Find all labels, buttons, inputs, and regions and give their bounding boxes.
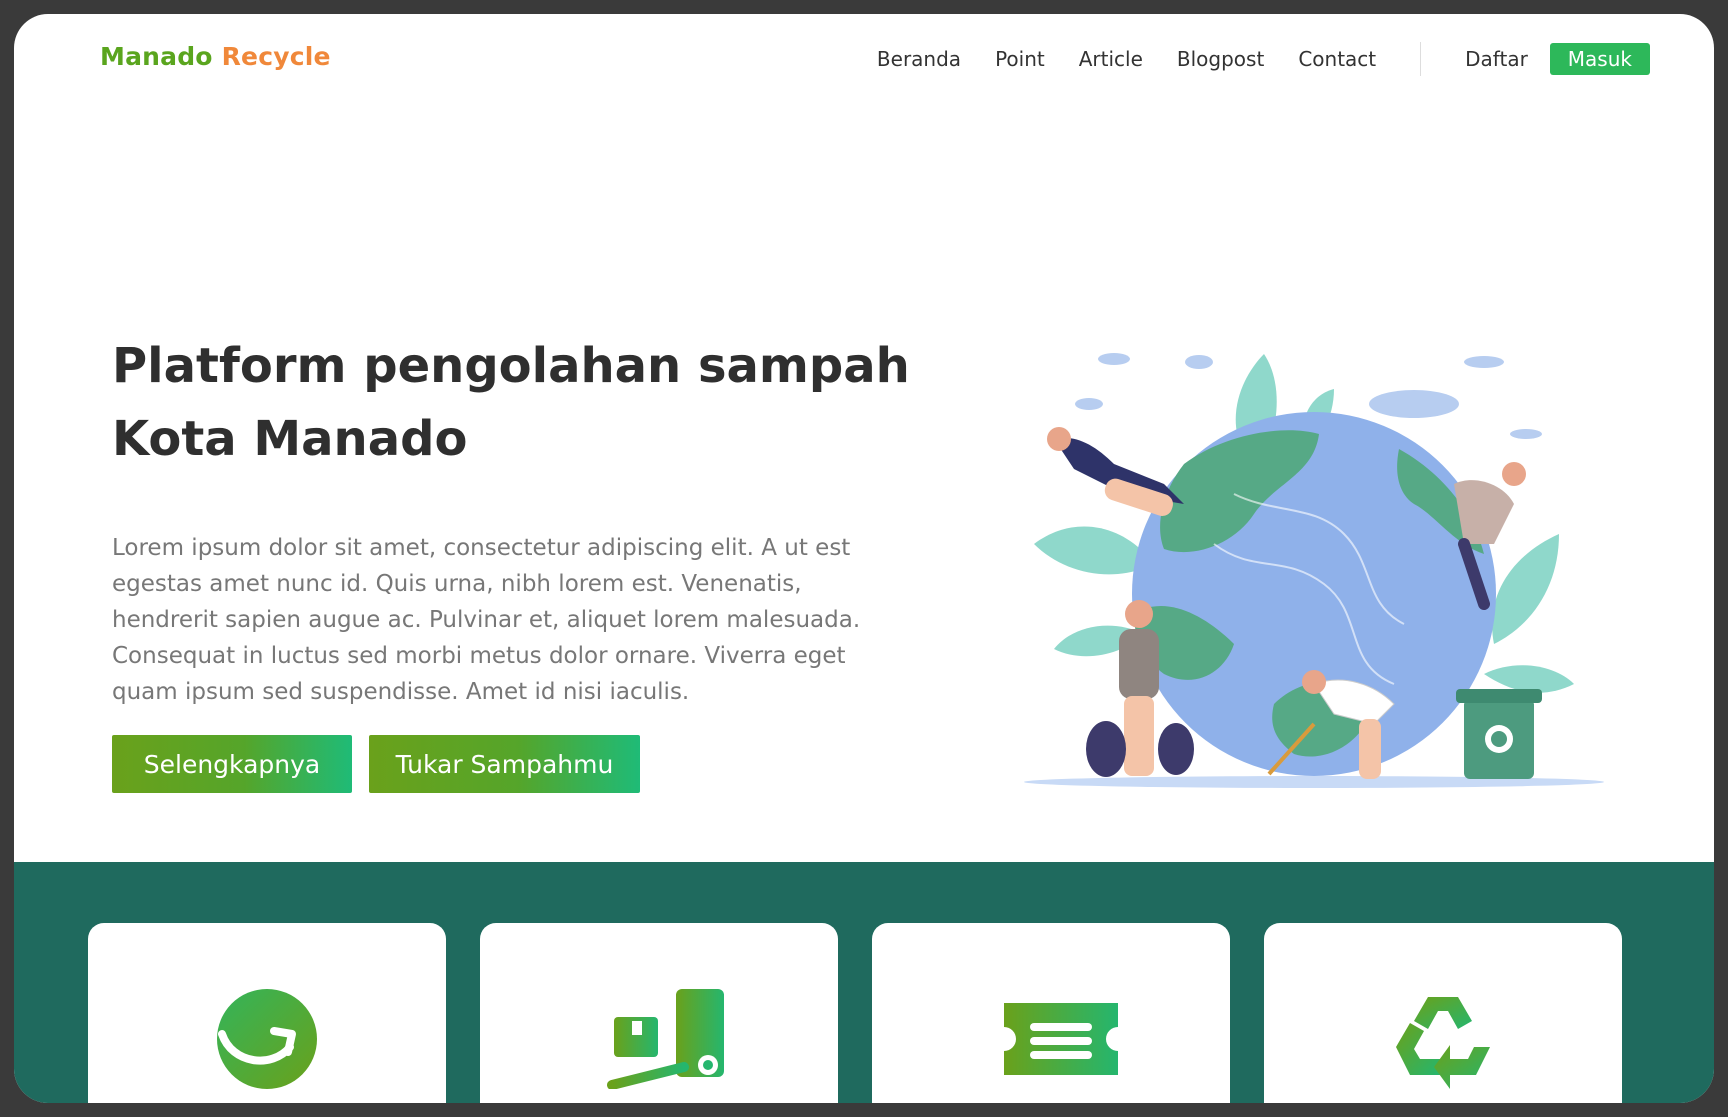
brand-part-2: Recycle — [221, 42, 331, 71]
nav-contact[interactable]: Contact — [1298, 47, 1376, 71]
login-button[interactable]: Masuk — [1549, 43, 1650, 75]
learn-more-button[interactable]: Selengkapnya — [112, 735, 352, 793]
features-band — [14, 862, 1714, 1103]
delivery-truck-icon — [607, 989, 724, 1089]
register-link[interactable]: Daftar — [1465, 47, 1528, 71]
redo-arrow-icon — [217, 989, 317, 1089]
hero-title-line-2: Kota Manado — [112, 411, 468, 467]
brand-logo[interactable]: Manado Recycle — [100, 42, 331, 71]
top-nav: Beranda Point Article Blogpost Contact D… — [843, 30, 1650, 88]
brand-part-1: Manado — [100, 42, 213, 71]
recycle-icon — [1396, 997, 1490, 1089]
browser-page: Manado Recycle Beranda Point Article Blo… — [14, 14, 1714, 1103]
hero-description: Lorem ipsum dolor sit amet, consectetur … — [112, 535, 861, 705]
nav-blogpost[interactable]: Blogpost — [1177, 47, 1264, 71]
nav-article[interactable]: Article — [1079, 47, 1143, 71]
ticket-icon — [1004, 1003, 1118, 1075]
feature-card-2[interactable] — [480, 923, 838, 1103]
earth-cleanup-illustration — [1024, 353, 1604, 788]
feature-card-3[interactable] — [872, 923, 1230, 1103]
nav-point[interactable]: Point — [995, 47, 1045, 71]
hero-title: Platform pengolahan sampah Kota Manado — [112, 330, 912, 476]
feature-card-4[interactable] — [1264, 923, 1622, 1103]
exchange-waste-button[interactable]: Tukar Sampahmu — [369, 735, 640, 793]
feature-card-1[interactable] — [88, 923, 446, 1103]
nav-divider — [1420, 42, 1422, 76]
nav-beranda[interactable]: Beranda — [877, 47, 961, 71]
hero-title-line-1: Platform pengolahan sampah — [112, 338, 910, 394]
